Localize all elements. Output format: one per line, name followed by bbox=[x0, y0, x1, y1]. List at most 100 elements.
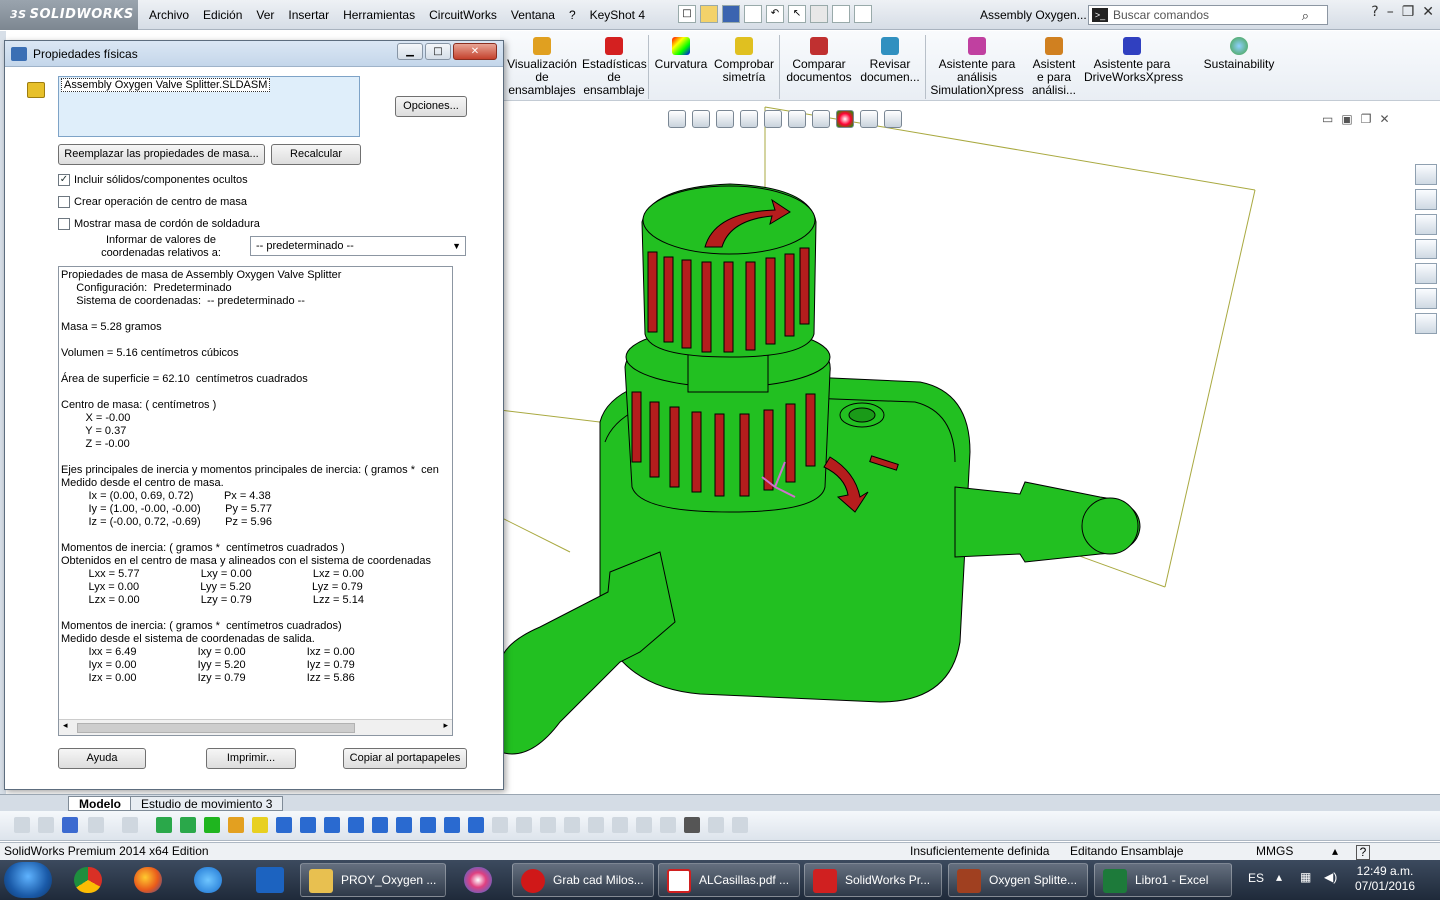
graphics-area[interactable] bbox=[500, 102, 1415, 794]
select-icon[interactable]: ↖ bbox=[788, 5, 806, 23]
filter-solids-icon[interactable] bbox=[252, 817, 268, 833]
file-explorer-icon[interactable] bbox=[1415, 238, 1437, 260]
volume-icon[interactable]: ◀) bbox=[1324, 870, 1337, 884]
paint-pinned[interactable] bbox=[452, 863, 504, 897]
mass-properties-results[interactable]: Propiedades de masa de Assembly Oxygen V… bbox=[58, 266, 453, 736]
start-button-icon[interactable] bbox=[4, 862, 52, 898]
taskbar-item-excel[interactable]: Libro1 - Excel bbox=[1094, 863, 1232, 897]
rebuild-icon[interactable] bbox=[810, 5, 828, 23]
taskbar-item-opera[interactable]: Grab cad Milos... bbox=[512, 863, 654, 897]
filter-notes-icon[interactable] bbox=[444, 817, 460, 833]
hide-show-icon[interactable] bbox=[812, 110, 830, 128]
display-style-icon[interactable] bbox=[788, 110, 806, 128]
filter-dowel-icon[interactable] bbox=[708, 817, 724, 833]
filter-faces-icon[interactable] bbox=[204, 817, 220, 833]
save-icon[interactable] bbox=[722, 5, 740, 23]
checkbox-box[interactable] bbox=[58, 196, 70, 208]
coordinate-system-select[interactable]: -- predeterminado -- ▼ bbox=[250, 236, 466, 256]
minimize-icon[interactable]: – bbox=[1387, 4, 1394, 20]
previous-view-icon[interactable] bbox=[716, 110, 734, 128]
sustainability-button[interactable]: Sustainability bbox=[1200, 37, 1278, 71]
filter-blocks-icon[interactable] bbox=[492, 817, 508, 833]
menu-keyshot[interactable]: KeyShot 4 bbox=[583, 8, 652, 22]
filter-welds-icon[interactable] bbox=[468, 817, 484, 833]
view-orientation-icon[interactable] bbox=[764, 110, 782, 128]
options-button[interactable]: Opciones... bbox=[395, 96, 467, 117]
filter-dimensions-icon[interactable] bbox=[420, 817, 436, 833]
network-icon[interactable]: ▦ bbox=[1300, 870, 1311, 884]
filter-toggle-icon[interactable] bbox=[62, 817, 78, 833]
filter-icon[interactable] bbox=[14, 817, 30, 833]
filter-surface-finish-icon[interactable] bbox=[564, 817, 580, 833]
filter-points-icon[interactable] bbox=[348, 817, 364, 833]
taskbar-item-keyshot[interactable]: Oxygen Splitte... bbox=[948, 863, 1088, 897]
viewport-close-icon[interactable]: ✕ bbox=[1379, 112, 1389, 126]
outlook-pinned[interactable] bbox=[244, 863, 296, 897]
filter-edges-icon[interactable] bbox=[180, 817, 196, 833]
recalculate-button[interactable]: Recalcular bbox=[271, 144, 361, 165]
taskbar-item-pdf[interactable]: ALCasillas.pdf ... bbox=[658, 863, 800, 897]
menu-ver[interactable]: Ver bbox=[249, 8, 281, 22]
tab-motion-study[interactable]: Estudio de movimiento 3 bbox=[130, 796, 284, 811]
create-center-of-mass-checkbox[interactable]: Crear operación de centro de masa bbox=[58, 196, 247, 210]
design-library-icon[interactable] bbox=[1415, 213, 1437, 235]
chrome-pinned[interactable] bbox=[62, 863, 114, 897]
horizontal-scrollbar[interactable]: ◂ ▸ bbox=[59, 719, 452, 735]
simulationxpress-button[interactable]: Asistente para análisis SimulationXpress bbox=[930, 37, 1024, 97]
menu-herramientas[interactable]: Herramientas bbox=[336, 8, 422, 22]
options-icon[interactable] bbox=[854, 5, 872, 23]
maximize-icon[interactable]: □ bbox=[425, 43, 451, 60]
search-icon[interactable]: ⌕ bbox=[1302, 7, 1309, 25]
driveworksxpress-button[interactable]: Asistente para DriveWorksXpress bbox=[1084, 37, 1183, 84]
filter-datum-icon[interactable] bbox=[516, 817, 532, 833]
filter-centers-icon[interactable] bbox=[396, 817, 412, 833]
viewport-restore-icon[interactable]: ❐ bbox=[1361, 112, 1372, 126]
menu-help[interactable]: ? bbox=[562, 8, 583, 22]
filter-cosmetic-icon[interactable] bbox=[612, 817, 628, 833]
tray-expand-icon[interactable]: ▴ bbox=[1276, 870, 1282, 884]
units-selector[interactable]: MMGS bbox=[1256, 843, 1293, 860]
curvature-button[interactable]: Curvatura bbox=[653, 37, 709, 71]
viewport-tile-icon[interactable]: ▣ bbox=[1341, 112, 1352, 126]
undo-icon[interactable]: ↶ bbox=[766, 5, 784, 23]
custom-properties-icon[interactable] bbox=[1415, 313, 1437, 335]
menu-ventana[interactable]: Ventana bbox=[504, 8, 562, 22]
filter-table-icon[interactable] bbox=[660, 817, 676, 833]
restore-icon[interactable]: ❐ bbox=[1402, 4, 1415, 20]
filter-tolerance-icon[interactable] bbox=[540, 817, 556, 833]
menu-edicion[interactable]: Edición bbox=[196, 8, 249, 22]
selected-file[interactable]: Assembly Oxygen Valve Splitter.SLDASM bbox=[61, 78, 271, 92]
chevron-up-icon[interactable]: ▴ bbox=[1332, 843, 1338, 860]
appearances-icon[interactable] bbox=[1415, 288, 1437, 310]
zoom-area-icon[interactable] bbox=[692, 110, 710, 128]
menu-insertar[interactable]: Insertar bbox=[281, 8, 336, 22]
open-icon[interactable] bbox=[700, 5, 718, 23]
scroll-right-icon[interactable]: ▸ bbox=[443, 721, 448, 731]
menu-circuitworks[interactable]: CircuitWorks bbox=[422, 8, 504, 22]
filter-sketch-icon[interactable] bbox=[324, 817, 340, 833]
select-arrow-icon[interactable] bbox=[88, 817, 104, 833]
assembly-visualization-button[interactable]: Visualización de ensamblajes bbox=[506, 37, 578, 97]
ie-pinned[interactable] bbox=[182, 863, 234, 897]
dialog-title-bar[interactable]: Propiedades físicas ▁ □ ✕ bbox=[5, 41, 503, 67]
show-weld-mass-checkbox[interactable]: Mostrar masa de cordón de soldadura bbox=[58, 218, 260, 232]
language-indicator[interactable]: ES bbox=[1248, 871, 1264, 885]
filter-balloon-icon[interactable] bbox=[636, 817, 652, 833]
zoom-to-fit-icon[interactable] bbox=[668, 110, 686, 128]
copy-to-clipboard-button[interactable]: Copiar al portapapeles bbox=[343, 748, 467, 769]
selected-items-list[interactable]: Assembly Oxygen Valve Splitter.SLDASM bbox=[58, 76, 360, 137]
clock[interactable]: 12:49 a.m. 07/01/2016 bbox=[1350, 864, 1420, 894]
checkbox-box[interactable]: ✓ bbox=[58, 174, 70, 186]
print-icon[interactable] bbox=[744, 5, 762, 23]
review-document-button[interactable]: Revisar documen... bbox=[858, 37, 922, 84]
print-button[interactable]: Imprimir... bbox=[206, 748, 296, 769]
assembly-statistics-button[interactable]: Estadísticas de ensamblaje bbox=[582, 37, 647, 97]
filter-surfaces-icon[interactable] bbox=[228, 817, 244, 833]
filter-hole-icon[interactable] bbox=[588, 817, 604, 833]
checkbox-box[interactable] bbox=[58, 218, 70, 230]
search-commands-input[interactable]: >_ Buscar comandos ⌕ bbox=[1088, 5, 1328, 25]
filter-hatch-icon[interactable] bbox=[732, 817, 748, 833]
filter-planes-icon[interactable] bbox=[300, 817, 316, 833]
viewport-minimize-icon[interactable]: ▭ bbox=[1322, 112, 1333, 126]
close-icon[interactable]: ✕ bbox=[1422, 4, 1434, 20]
